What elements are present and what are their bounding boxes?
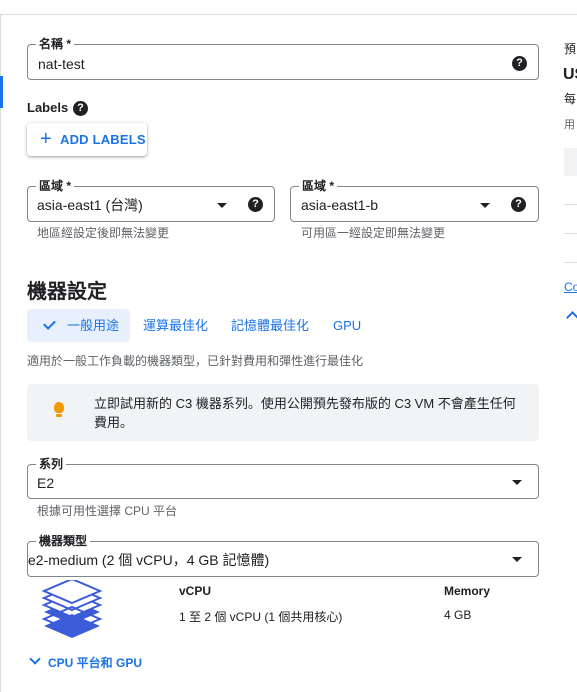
region-hint: 地區經設定後即無法變更 [37,226,170,240]
region-value: asia-east1 (台灣) [37,197,143,213]
tab-label: 一般用途 [67,318,120,333]
labels-title: Labels [27,100,69,115]
pricing-panel-title: 預 [564,42,577,56]
pricing-row-divider [564,204,577,205]
pricing-amount: US [563,66,577,83]
c3-info-text: 立即試用新的 C3 機器系列。使用公開預先發布版的 C3 VM 不會產生任何費用… [94,396,516,430]
machine-type-value: e2-medium (2 個 vCPU，4 GB 記憶體) [28,552,270,568]
help-icon[interactable]: ? [512,56,527,71]
help-icon[interactable]: ? [248,197,263,212]
pricing-note: 用 [564,119,575,131]
zone-label: 區域 * [299,178,338,194]
top-divider [0,14,577,15]
series-hint: 根據可用性選擇 CPU 平台 [37,504,178,518]
layers-icon [41,580,103,638]
memory-header: Memory [444,584,491,598]
caret-down-icon [512,557,522,562]
region-label: 區域 * [36,178,75,194]
lightbulb-base [56,414,62,417]
machine-type-select[interactable]: 機器類型 e2-medium (2 個 vCPU，4 GB 記憶體) [27,533,539,577]
nav-active-indicator [0,76,3,108]
add-labels-label: ADD LABELS [60,132,146,147]
tab-compute-optimized[interactable]: 運算最佳化 [143,309,208,342]
memory-value: 4 GB [444,608,472,622]
tab-gpu[interactable]: GPU [333,309,361,342]
pricing-link[interactable]: Co [564,280,577,294]
chevron-up-icon[interactable] [566,311,577,324]
machine-config-title: 機器設定 [27,281,107,303]
series-select[interactable]: 系列 E2 [27,456,539,499]
tab-description: 適用於一般工作負載的機器類型，已針對費用和彈性進行最佳化 [27,354,364,368]
plus-icon: + [40,128,52,150]
vcpu-value: 1 至 2 個 vCPU (1 個共用核心) [179,610,343,624]
name-field[interactable]: 名稱 * nat-test ? [27,36,539,80]
chevron-down-icon [29,653,41,665]
tab-general-purpose[interactable]: 一般用途 [27,309,130,342]
name-field-label: 名稱 * [36,36,75,52]
caret-down-icon [512,480,522,485]
zone-hint: 可用區一經設定即無法變更 [301,226,446,240]
series-value: E2 [37,475,55,491]
name-input-value[interactable]: nat-test [38,55,85,73]
region-select[interactable]: 區域 * asia-east1 (台灣) ? [27,178,275,222]
check-icon [43,317,56,330]
machine-type-label: 機器類型 [36,533,91,549]
help-icon[interactable]: ? [511,197,526,212]
pricing-row-divider [564,233,577,234]
vcpu-header: vCPU [179,584,212,598]
c3-info-banner: 立即試用新的 C3 機器系列。使用公開預先發布版的 C3 VM 不會產生任何費用… [27,384,539,441]
zone-select[interactable]: 區域 * asia-east1-b ? [290,178,539,222]
caret-down-icon [217,203,227,208]
pricing-row-divider [564,262,577,263]
caret-down-icon [480,203,490,208]
left-divider [0,14,1,692]
lightbulb-icon [54,402,64,413]
zone-value: asia-east1-b [301,197,379,213]
pricing-period: 每 [564,92,577,106]
series-label: 系列 [36,456,67,472]
help-icon[interactable]: ? [73,101,88,116]
cpu-toggle-label: CPU 平台和 GPU [48,656,143,670]
add-labels-button[interactable]: + ADD LABELS [27,123,147,156]
pricing-table-header [564,148,577,176]
tab-memory-optimized[interactable]: 記憶體最佳化 [231,309,309,342]
